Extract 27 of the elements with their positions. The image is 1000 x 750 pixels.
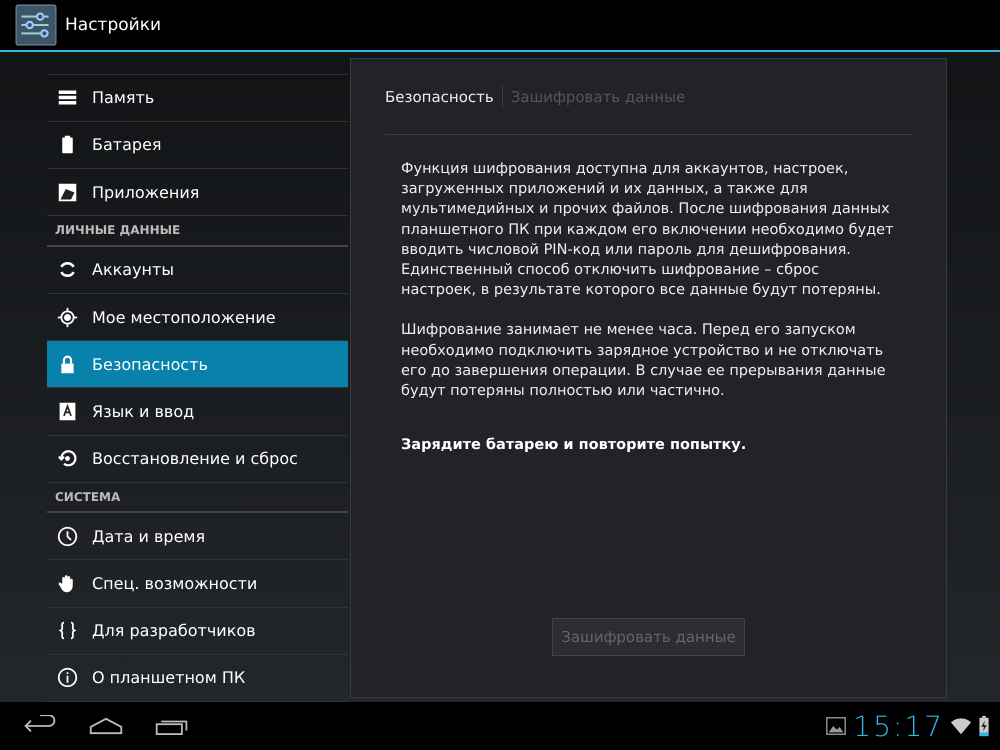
image-icon[interactable]	[825, 715, 848, 737]
settings-item[interactable]: Память	[47, 74, 348, 122]
settings-item[interactable]: Для разработчиков	[47, 608, 348, 655]
settings-item[interactable]: Дата и время	[47, 513, 348, 560]
clock-time: 15:17	[853, 710, 944, 742]
description-paragraph: Шифрование занимает не менее часа. Перед его запуском необходимо подключить зарядное устройство и не отключать его до завершения операции. В случае ее прерывания данные будут потеряны полностью или частично.	[401, 321, 886, 402]
section-header: СИСТЕМА	[47, 482, 348, 514]
settings-item[interactable]: Приложения	[47, 169, 348, 216]
warning-text: Зарядите батарею и повторите попытку.	[401, 437, 748, 454]
description-paragraph: Функция шифрования доступна для аккаунтов, настроек, загруженных приложений и их данных, а также для мультимедийных и прочих файлов. После шифрования данных планшетного ПК при каждом его включении необходимо будет вводить числовой PIN-код или пароль для дешифрования. Единственный способ отключить шифрование – сброс настроек, в результате которого все данные будут потеряны.	[401, 160, 895, 300]
app-title: Настройки	[65, 15, 162, 35]
settings-item[interactable]: Спец. возможности	[47, 560, 348, 608]
braces-icon	[57, 620, 78, 642]
battery-charging-icon	[978, 715, 990, 737]
settings-item[interactable]: Безопасность	[47, 341, 348, 388]
location-icon	[57, 306, 78, 328]
home-icon[interactable]	[88, 715, 124, 737]
settings-item[interactable]: Восстановление и сброс	[47, 436, 348, 483]
settings-item[interactable]: Батарея	[47, 122, 348, 170]
section-header: ЛИЧНЫЕ ДАННЫЕ	[47, 216, 348, 247]
settings-item[interactable]: Аккаунты	[47, 246, 348, 294]
sliders-icon[interactable]	[15, 4, 57, 46]
clock-icon	[57, 526, 78, 547]
breadcrumb[interactable]: Безопасность	[385, 88, 494, 106]
info-icon	[57, 667, 78, 688]
restore-icon	[57, 448, 78, 470]
settings-item[interactable]: Язык и ввод	[47, 388, 348, 436]
